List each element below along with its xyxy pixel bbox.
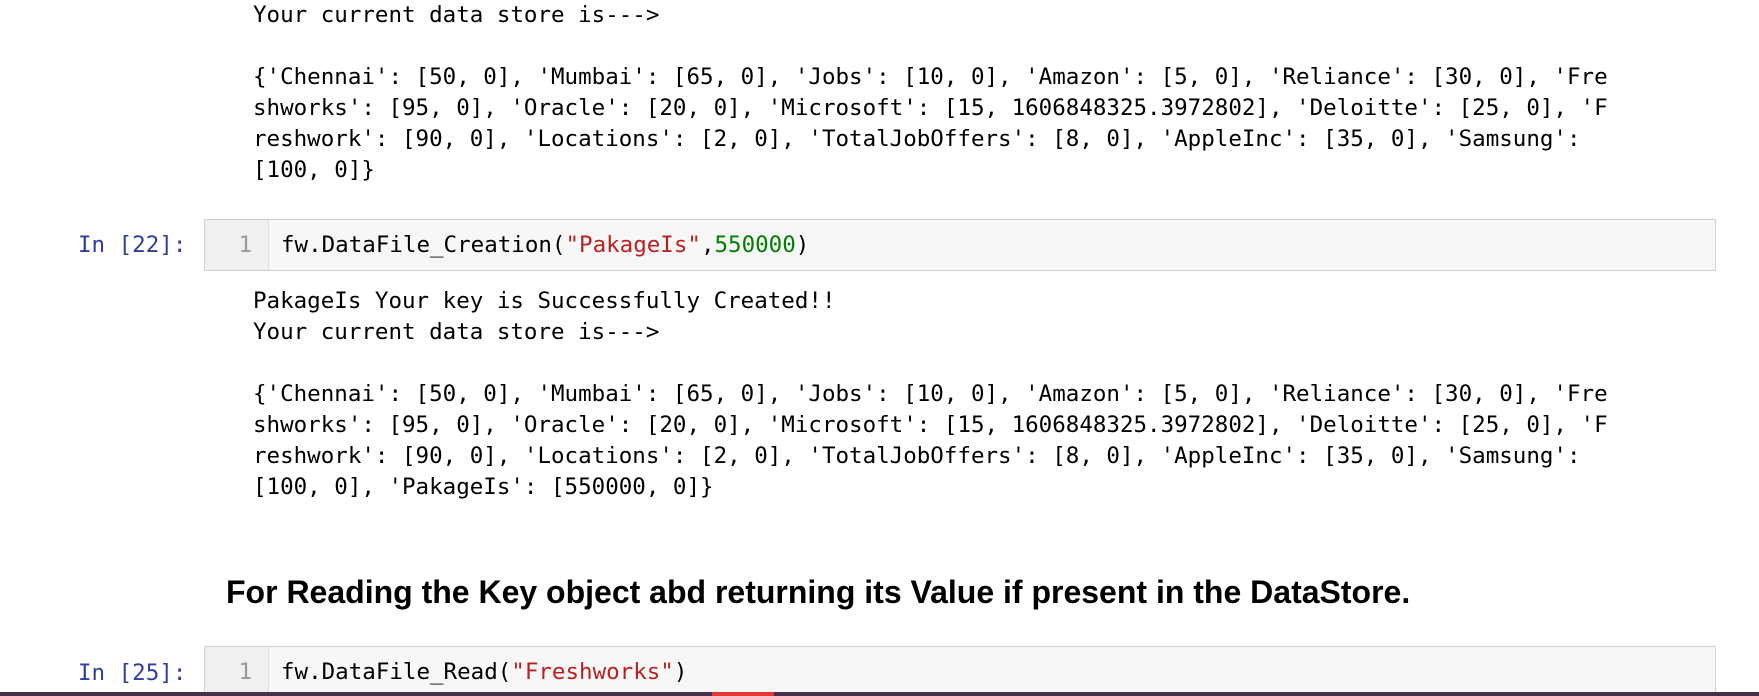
- bottom-edge-accent: [712, 692, 774, 696]
- output-line: Your current data store is--->: [253, 319, 660, 345]
- output-line: PakageIs Your key is Successfully Create…: [253, 288, 836, 314]
- code-close-paren: ): [795, 232, 810, 258]
- code-string-literal: "Freshworks": [511, 659, 674, 685]
- output-line: {'Chennai': [50, 0], 'Mumbai': [65, 0], …: [253, 64, 1608, 90]
- markdown-heading: For Reading the Key object abd returning…: [226, 574, 1411, 610]
- code-function-call: fw.DataFile_Read(: [281, 659, 512, 685]
- input-prompt: In [22]:: [78, 232, 187, 258]
- output-line: {'Chennai': [50, 0], 'Mumbai': [65, 0], …: [253, 381, 1608, 407]
- line-number-gutter: 1: [205, 220, 269, 270]
- line-number-gutter: 1: [205, 647, 269, 696]
- output-line: Your current data store is--->: [253, 2, 660, 28]
- code-number-literal: 550000: [714, 232, 796, 258]
- line-number: 1: [238, 232, 252, 258]
- bottom-edge-bar: [0, 692, 1759, 696]
- output-line: shworks': [95, 0], 'Oracle': [20, 0], 'M…: [253, 95, 1608, 121]
- code-string-literal: "PakageIs": [565, 232, 701, 258]
- output-line: reshwork': [90, 0], 'Locations': [2, 0],…: [253, 443, 1581, 469]
- code-comma: ,: [700, 232, 715, 258]
- output-line: shworks': [95, 0], 'Oracle': [20, 0], 'M…: [253, 412, 1608, 438]
- code-editor[interactable]: 1 fw.DataFile_Creation("PakageIs",550000…: [204, 219, 1716, 271]
- output-line: [100, 0]}: [253, 157, 375, 183]
- output-line: reshwork': [90, 0], 'Locations': [2, 0],…: [253, 126, 1581, 152]
- code-function-call: fw.DataFile_Creation(: [281, 232, 566, 258]
- code-line[interactable]: fw.DataFile_Read("Freshworks"): [281, 657, 687, 688]
- code-close-paren: ): [673, 659, 688, 685]
- code-editor[interactable]: 1 fw.DataFile_Read("Freshworks"): [204, 646, 1716, 696]
- line-number: 1: [238, 659, 252, 685]
- output-line: [100, 0], 'PakageIs': [550000, 0]}: [253, 474, 714, 500]
- input-prompt: In [25]:: [78, 660, 187, 686]
- code-line[interactable]: fw.DataFile_Creation("PakageIs",550000): [281, 230, 809, 261]
